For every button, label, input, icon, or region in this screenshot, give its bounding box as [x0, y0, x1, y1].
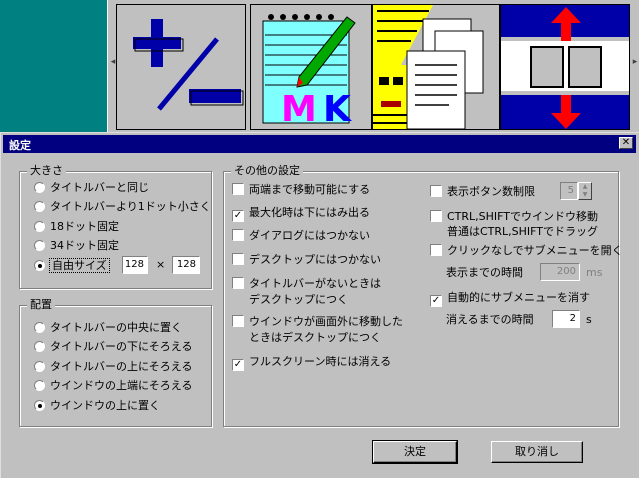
checkbox-icon[interactable]	[232, 183, 244, 195]
check-no-titlebar-desktop-line2: デスクトップにつく	[249, 293, 348, 306]
radio-icon[interactable]	[34, 341, 45, 352]
placement-option-below[interactable]: タイトルバーの下にそろえる	[34, 339, 192, 355]
check-offscreen-desktop[interactable]: ウインドウが画面外に移動した	[232, 314, 403, 330]
checkbox-icon[interactable]	[232, 253, 244, 265]
dialog-titlebar[interactable]: 設定 ✕	[3, 135, 636, 153]
check-no-click-submenu[interactable]: クリックなしでサブメニューを開く	[430, 243, 623, 259]
check-no-titlebar-desktop[interactable]: タイトルバーがないときは	[232, 276, 381, 292]
checkbox-icon[interactable]	[430, 210, 442, 222]
check-no-desktop[interactable]: デスクトップにはつかない	[232, 252, 381, 268]
times-label: ×	[156, 258, 166, 271]
size-width-input[interactable]: 128	[122, 256, 148, 274]
settings-dialog: 設定 ✕ 大きさ タイトルバーと同じ タイトルバーより1ドット小さく 18ドット…	[0, 132, 639, 478]
size-group-label: 大きさ	[27, 164, 66, 178]
checkbox-icon[interactable]	[232, 229, 244, 241]
ctrl-shift-move-line2: 普通はCTRL,SHIFTでドラッグ	[447, 225, 599, 238]
checkbox-icon[interactable]	[430, 244, 442, 256]
scroll-right-icon[interactable]: ▸	[631, 55, 639, 69]
close-time-unit: s	[586, 313, 592, 326]
notepad-mk-icon: M K	[262, 14, 356, 129]
placement-group: 配置 タイトルバーの中央に置く タイトルバーの下にそろえる タイトルバーの上にそ…	[19, 298, 212, 427]
checkbox-checked-icon[interactable]: ✓	[430, 295, 442, 307]
close-time-label: 消えるまでの時間	[446, 313, 534, 326]
spin-down-icon[interactable]: ▼	[579, 191, 591, 199]
resize-vertical-icon	[501, 7, 629, 129]
placement-option-above[interactable]: タイトルバーの上にそろえる	[34, 359, 192, 375]
size-option-titlebar-minus1[interactable]: タイトルバーより1ドット小さく	[34, 199, 211, 215]
radio-icon[interactable]	[34, 361, 45, 372]
check-fullscreen-hide[interactable]: ✓ フルスクリーン時には消える	[232, 354, 391, 371]
plus-minus-icon	[133, 19, 244, 111]
button-limit-spinner[interactable]: ▲ ▼	[578, 182, 592, 200]
check-auto-close-submenu[interactable]: ✓ 自動的にサブメニューを消す	[430, 290, 590, 307]
radio-icon[interactable]	[34, 380, 45, 391]
placement-option-window-top[interactable]: ウインドウの上端にそろえる	[34, 378, 192, 394]
size-option-titlebar[interactable]: タイトルバーと同じ	[34, 180, 149, 196]
radio-selected-icon[interactable]	[34, 400, 45, 411]
check-no-dialog[interactable]: ダイアログにはつかない	[232, 228, 370, 244]
checkbox-checked-icon[interactable]: ✓	[232, 359, 244, 371]
size-option-free[interactable]: 自由サイズ	[34, 258, 110, 274]
check-move-to-edges[interactable]: 両端まで移動可能にする	[232, 182, 370, 198]
radio-selected-icon[interactable]	[34, 260, 45, 271]
svg-text:M: M	[281, 89, 317, 129]
size-option-18[interactable]: 18ドット固定	[34, 219, 119, 235]
dialog-title: 設定	[9, 139, 31, 152]
checkbox-checked-icon[interactable]: ✓	[232, 210, 244, 222]
size-group: 大きさ タイトルバーと同じ タイトルバーより1ドット小さく 18ドット固定 34…	[19, 164, 212, 289]
checkbox-icon[interactable]	[232, 277, 244, 289]
placement-option-center[interactable]: タイトルバーの中央に置く	[34, 320, 182, 336]
pharaoh-documents-icon	[373, 5, 484, 129]
radio-icon[interactable]	[34, 201, 45, 212]
radio-icon[interactable]	[34, 182, 45, 193]
close-icon[interactable]: ✕	[619, 137, 633, 149]
checkbox-icon[interactable]	[430, 185, 442, 197]
cancel-button[interactable]: 取り消し	[491, 441, 583, 463]
radio-icon[interactable]	[34, 221, 45, 232]
display-time-label: 表示までの時間	[446, 266, 523, 279]
check-ctrl-shift-move[interactable]: CTRL,SHIFTでウインドウ移動	[430, 209, 598, 225]
placement-group-label: 配置	[27, 298, 55, 312]
resize-tile[interactable]	[500, 4, 630, 130]
display-time-input[interactable]: 200	[540, 263, 580, 281]
pharaoh-tile[interactable]	[372, 4, 500, 130]
radio-icon[interactable]	[34, 240, 45, 251]
placement-option-on-window[interactable]: ウインドウの上に置く	[34, 398, 160, 414]
spin-up-icon[interactable]: ▲	[579, 183, 591, 191]
toolbar-strip: ◂ ▸ M K	[107, 0, 639, 133]
other-settings-group: その他の設定 両端まで移動可能にする ✓ 最大化時は下にはみ出る ダイアログにはつ…	[223, 164, 623, 427]
other-settings-label: その他の設定	[231, 164, 303, 178]
notepad-tile[interactable]: M K	[250, 4, 372, 130]
button-limit-input[interactable]: 5	[560, 182, 578, 200]
size-height-input[interactable]: 128	[172, 256, 200, 274]
svg-text:K: K	[323, 89, 352, 129]
display-time-unit: ms	[586, 266, 603, 279]
checkbox-icon[interactable]	[232, 315, 244, 327]
check-button-limit[interactable]: 表示ボタン数制限	[430, 184, 535, 200]
size-option-34[interactable]: 34ドット固定	[34, 238, 119, 254]
ok-button[interactable]: 決定	[372, 440, 458, 464]
check-offscreen-desktop-line2: ときはデスクトップにつく	[249, 331, 381, 344]
plus-minus-tile[interactable]	[116, 4, 246, 130]
close-time-input[interactable]: 2	[552, 310, 580, 328]
check-maximized-overflow[interactable]: ✓ 最大化時は下にはみ出る	[232, 205, 370, 222]
radio-icon[interactable]	[34, 322, 45, 333]
